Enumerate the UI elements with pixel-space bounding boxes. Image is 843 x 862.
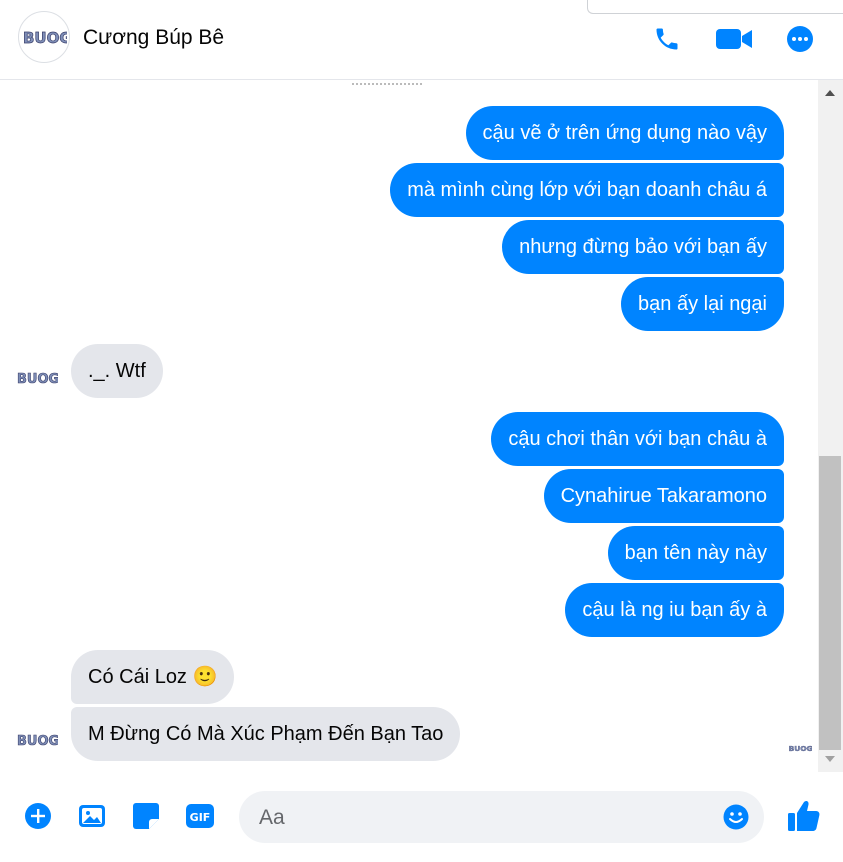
read-receipt-avatar: BUOG — [788, 744, 812, 753]
svg-text:BUOG: BUOG — [789, 744, 812, 753]
svg-text:GIF: GIF — [190, 811, 211, 824]
message-outgoing[interactable]: Cynahirue Takaramono — [543, 469, 784, 523]
message-outgoing[interactable]: nhưng đừng bảo với bạn ấy — [502, 220, 784, 274]
message-incoming[interactable]: M Đừng Có Mà Xúc Phạm Đến Bạn Tao — [71, 707, 461, 761]
svg-text:BUOG: BUOG — [23, 29, 67, 47]
svg-text:BUOG: BUOG — [17, 372, 58, 387]
message-incoming[interactable]: ._. Wtf — [71, 344, 163, 398]
message-outgoing[interactable]: bạn ấy lại ngại — [621, 277, 784, 331]
sticker-icon[interactable] — [131, 801, 161, 831]
previous-content-edge — [352, 80, 422, 85]
svg-text:BUOG: BUOG — [17, 734, 58, 749]
gif-icon[interactable]: GIF — [185, 801, 215, 831]
scrollbar-thumb[interactable] — [819, 456, 841, 750]
message-outgoing[interactable]: bạn tên này này — [607, 526, 784, 580]
message-input-box[interactable] — [239, 791, 764, 845]
more-options-icon[interactable] — [783, 22, 817, 56]
contact-name[interactable]: Cương Búp Bê — [83, 26, 224, 50]
plus-icon[interactable] — [23, 801, 53, 831]
avatar-logo-icon: BUOG — [23, 29, 67, 48]
emoji-icon[interactable] — [723, 804, 749, 830]
scroll-down-arrow-icon[interactable] — [825, 756, 835, 762]
scroll-up-arrow-icon[interactable] — [825, 90, 835, 96]
message-composer: GIF — [0, 772, 843, 862]
message-input[interactable] — [257, 791, 701, 845]
contact-avatar[interactable]: BUOG — [18, 11, 70, 63]
scrollbar[interactable] — [818, 80, 843, 772]
thumbs-up-icon[interactable] — [786, 798, 822, 834]
popup-edge — [587, 0, 843, 14]
message-outgoing[interactable]: cậu là ng iu bạn ấy à — [565, 583, 784, 637]
message-outgoing[interactable]: mà mình cùng lớp với bạn doanh châu á — [390, 163, 784, 217]
contact-avatar-small[interactable]: BUOG — [16, 369, 58, 387]
photo-icon[interactable] — [77, 801, 107, 831]
phone-icon[interactable] — [650, 22, 684, 56]
video-camera-icon[interactable] — [714, 22, 754, 56]
contact-avatar-small[interactable]: BUOG — [16, 731, 58, 749]
message-thread: cậu vẽ ở trên ứng dụng nào vậy mà mình c… — [0, 80, 818, 772]
message-incoming[interactable]: Có Cái Loz 🙂 — [71, 650, 235, 704]
message-outgoing[interactable]: cậu vẽ ở trên ứng dụng nào vậy — [465, 106, 784, 160]
message-outgoing[interactable]: cậu chơi thân với bạn châu à — [491, 412, 784, 466]
